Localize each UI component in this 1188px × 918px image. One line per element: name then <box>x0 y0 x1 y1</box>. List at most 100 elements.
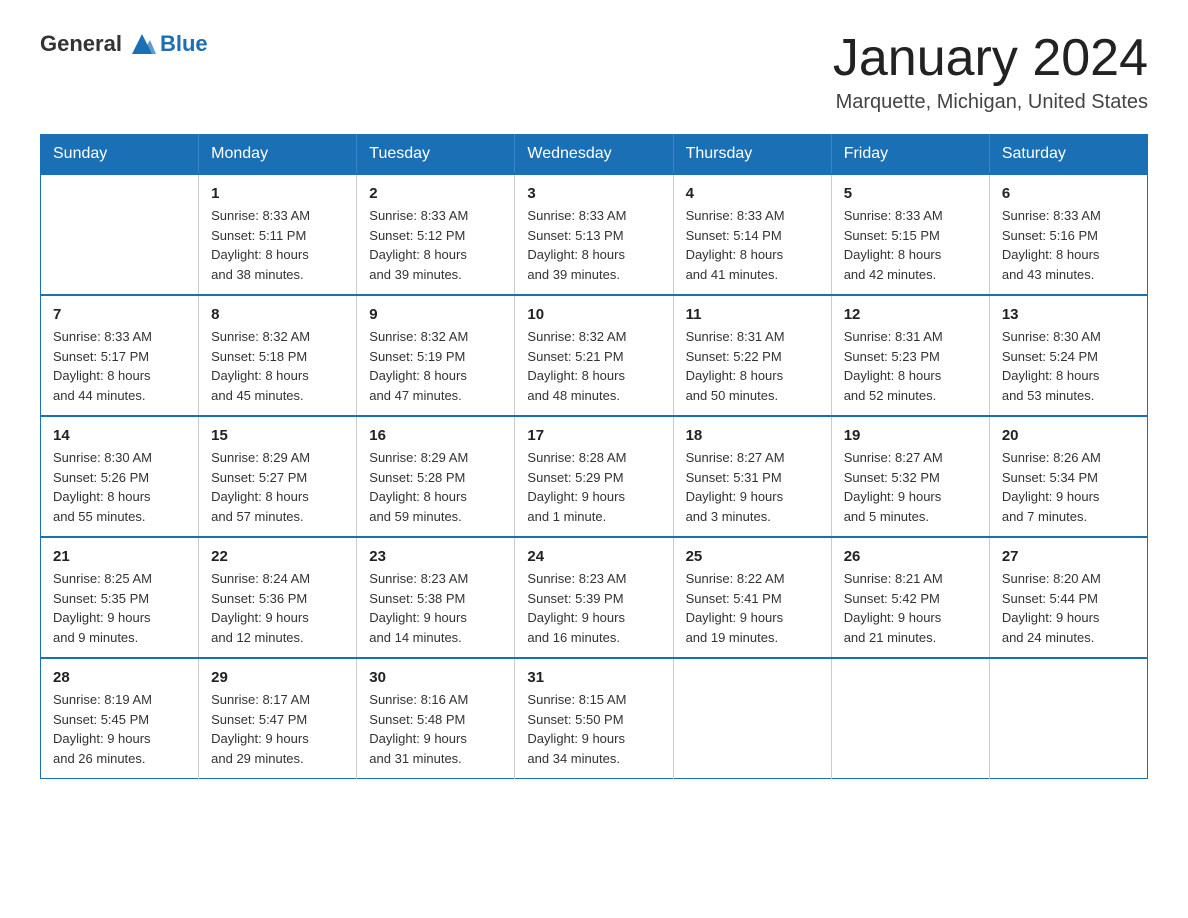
day-number: 26 <box>844 548 977 565</box>
day-info: Sunrise: 8:29 AM Sunset: 5:27 PM Dayligh… <box>211 448 344 526</box>
day-number: 1 <box>211 185 344 202</box>
calendar-cell: 30Sunrise: 8:16 AM Sunset: 5:48 PM Dayli… <box>357 658 515 779</box>
day-header-thursday: Thursday <box>673 135 831 175</box>
day-header-tuesday: Tuesday <box>357 135 515 175</box>
calendar-cell: 31Sunrise: 8:15 AM Sunset: 5:50 PM Dayli… <box>515 658 673 779</box>
title-block: January 2024 Marquette, Michigan, United… <box>833 30 1148 114</box>
day-number: 11 <box>686 306 819 323</box>
day-number: 24 <box>527 548 660 565</box>
calendar-cell: 23 Sunrise: 8:23 AM Sunset: 5:38 PM Dayli… <box>357 537 515 658</box>
day-info: Sunrise: 8:26 AM Sunset: 5:34 PM Dayligh… <box>1002 448 1135 526</box>
day-info: Sunrise: 8:23 AM Sunset: 5:38 PM Dayligh… <box>369 569 502 647</box>
calendar-cell: 22 Sunrise: 8:24 AM Sunset: 5:36 PM Dayli… <box>199 537 357 658</box>
day-number: 10 <box>527 306 660 323</box>
logo-text-blue: Blue <box>160 31 208 57</box>
day-header-wednesday: Wednesday <box>515 135 673 175</box>
calendar-cell: 9 Sunrise: 8:32 AM Sunset: 5:19 PM Daylig… <box>357 295 515 416</box>
calendar-cell: 29Sunrise: 8:17 AM Sunset: 5:47 PM Dayli… <box>199 658 357 779</box>
calendar-cell: 12Sunrise: 8:31 AM Sunset: 5:23 PM Dayli… <box>831 295 989 416</box>
calendar-cell: 18Sunrise: 8:27 AM Sunset: 5:31 PM Dayli… <box>673 416 831 537</box>
calendar-body: 1 Sunrise: 8:33 AM Sunset: 5:11 PM Daylig… <box>41 174 1148 779</box>
day-info: Sunrise: 8:30 AM Sunset: 5:26 PM Dayligh… <box>53 448 186 526</box>
day-number: 2 <box>369 185 502 202</box>
day-number: 31 <box>527 669 660 686</box>
day-info: Sunrise: 8:33 AM Sunset: 5:12 PM Dayligh… <box>369 206 502 284</box>
day-info: Sunrise: 8:31 AM Sunset: 5:22 PM Dayligh… <box>686 327 819 405</box>
day-number: 27 <box>1002 548 1135 565</box>
day-number: 23 <box>369 548 502 565</box>
day-info: Sunrise: 8:27 AM Sunset: 5:32 PM Dayligh… <box>844 448 977 526</box>
day-number: 16 <box>369 427 502 444</box>
day-info: Sunrise: 8:33 AM Sunset: 5:15 PM Dayligh… <box>844 206 977 284</box>
week-row-3: 14 Sunrise: 8:30 AM Sunset: 5:26 PM Dayli… <box>41 416 1148 537</box>
calendar-cell <box>673 658 831 779</box>
day-number: 28 <box>53 669 186 686</box>
day-number: 9 <box>369 306 502 323</box>
calendar-cell: 5Sunrise: 8:33 AM Sunset: 5:15 PM Daylig… <box>831 174 989 295</box>
calendar-cell: 26Sunrise: 8:21 AM Sunset: 5:42 PM Dayli… <box>831 537 989 658</box>
logo-icon <box>128 30 156 58</box>
day-number: 3 <box>527 185 660 202</box>
day-info: Sunrise: 8:23 AM Sunset: 5:39 PM Dayligh… <box>527 569 660 647</box>
day-info: Sunrise: 8:33 AM Sunset: 5:13 PM Dayligh… <box>527 206 660 284</box>
day-number: 8 <box>211 306 344 323</box>
calendar-cell <box>989 658 1147 779</box>
month-title: January 2024 <box>833 30 1148 87</box>
logo-text-general: General <box>40 31 122 57</box>
calendar-table: SundayMondayTuesdayWednesdayThursdayFrid… <box>40 134 1148 779</box>
day-number: 17 <box>527 427 660 444</box>
day-info: Sunrise: 8:28 AM Sunset: 5:29 PM Dayligh… <box>527 448 660 526</box>
day-info: Sunrise: 8:24 AM Sunset: 5:36 PM Dayligh… <box>211 569 344 647</box>
day-info: Sunrise: 8:31 AM Sunset: 5:23 PM Dayligh… <box>844 327 977 405</box>
day-info: Sunrise: 8:22 AM Sunset: 5:41 PM Dayligh… <box>686 569 819 647</box>
calendar-cell: 16Sunrise: 8:29 AM Sunset: 5:28 PM Dayli… <box>357 416 515 537</box>
day-number: 19 <box>844 427 977 444</box>
week-row-4: 21 Sunrise: 8:25 AM Sunset: 5:35 PM Dayli… <box>41 537 1148 658</box>
day-number: 18 <box>686 427 819 444</box>
calendar-cell: 1 Sunrise: 8:33 AM Sunset: 5:11 PM Daylig… <box>199 174 357 295</box>
calendar-cell: 15 Sunrise: 8:29 AM Sunset: 5:27 PM Dayli… <box>199 416 357 537</box>
day-info: Sunrise: 8:30 AM Sunset: 5:24 PM Dayligh… <box>1002 327 1135 405</box>
day-info: Sunrise: 8:16 AM Sunset: 5:48 PM Dayligh… <box>369 690 502 768</box>
day-info: Sunrise: 8:32 AM Sunset: 5:18 PM Dayligh… <box>211 327 344 405</box>
calendar-cell: 2 Sunrise: 8:33 AM Sunset: 5:12 PM Daylig… <box>357 174 515 295</box>
day-header-sunday: Sunday <box>41 135 199 175</box>
week-row-1: 1 Sunrise: 8:33 AM Sunset: 5:11 PM Daylig… <box>41 174 1148 295</box>
day-info: Sunrise: 8:33 AM Sunset: 5:14 PM Dayligh… <box>686 206 819 284</box>
calendar-cell: 14 Sunrise: 8:30 AM Sunset: 5:26 PM Dayli… <box>41 416 199 537</box>
calendar-cell: 24 Sunrise: 8:23 AM Sunset: 5:39 PM Dayli… <box>515 537 673 658</box>
calendar-cell: 27 Sunrise: 8:20 AM Sunset: 5:44 PM Dayli… <box>989 537 1147 658</box>
day-header-saturday: Saturday <box>989 135 1147 175</box>
day-info: Sunrise: 8:33 AM Sunset: 5:16 PM Dayligh… <box>1002 206 1135 284</box>
calendar-header: SundayMondayTuesdayWednesdayThursdayFrid… <box>41 135 1148 175</box>
calendar-cell: 17 Sunrise: 8:28 AM Sunset: 5:29 PM Dayli… <box>515 416 673 537</box>
day-info: Sunrise: 8:20 AM Sunset: 5:44 PM Dayligh… <box>1002 569 1135 647</box>
day-number: 14 <box>53 427 186 444</box>
logo: General Blue <box>40 30 208 58</box>
day-info: Sunrise: 8:33 AM Sunset: 5:17 PM Dayligh… <box>53 327 186 405</box>
calendar-cell: 20Sunrise: 8:26 AM Sunset: 5:34 PM Dayli… <box>989 416 1147 537</box>
calendar-cell: 28 Sunrise: 8:19 AM Sunset: 5:45 PM Dayli… <box>41 658 199 779</box>
calendar-cell: 4Sunrise: 8:33 AM Sunset: 5:14 PM Daylig… <box>673 174 831 295</box>
day-info: Sunrise: 8:32 AM Sunset: 5:21 PM Dayligh… <box>527 327 660 405</box>
day-number: 22 <box>211 548 344 565</box>
day-number: 6 <box>1002 185 1135 202</box>
day-number: 13 <box>1002 306 1135 323</box>
day-info: Sunrise: 8:19 AM Sunset: 5:45 PM Dayligh… <box>53 690 186 768</box>
day-info: Sunrise: 8:32 AM Sunset: 5:19 PM Dayligh… <box>369 327 502 405</box>
days-of-week-row: SundayMondayTuesdayWednesdayThursdayFrid… <box>41 135 1148 175</box>
week-row-2: 7Sunrise: 8:33 AM Sunset: 5:17 PM Daylig… <box>41 295 1148 416</box>
calendar-cell: 8 Sunrise: 8:32 AM Sunset: 5:18 PM Daylig… <box>199 295 357 416</box>
calendar-cell: 7Sunrise: 8:33 AM Sunset: 5:17 PM Daylig… <box>41 295 199 416</box>
week-row-5: 28 Sunrise: 8:19 AM Sunset: 5:45 PM Dayli… <box>41 658 1148 779</box>
day-number: 25 <box>686 548 819 565</box>
day-header-friday: Friday <box>831 135 989 175</box>
day-number: 15 <box>211 427 344 444</box>
calendar-cell: 13 Sunrise: 8:30 AM Sunset: 5:24 PM Dayli… <box>989 295 1147 416</box>
day-info: Sunrise: 8:25 AM Sunset: 5:35 PM Dayligh… <box>53 569 186 647</box>
day-number: 21 <box>53 548 186 565</box>
calendar-cell: 10 Sunrise: 8:32 AM Sunset: 5:21 PM Dayli… <box>515 295 673 416</box>
day-info: Sunrise: 8:33 AM Sunset: 5:11 PM Dayligh… <box>211 206 344 284</box>
calendar-cell: 21 Sunrise: 8:25 AM Sunset: 5:35 PM Dayli… <box>41 537 199 658</box>
day-header-monday: Monday <box>199 135 357 175</box>
